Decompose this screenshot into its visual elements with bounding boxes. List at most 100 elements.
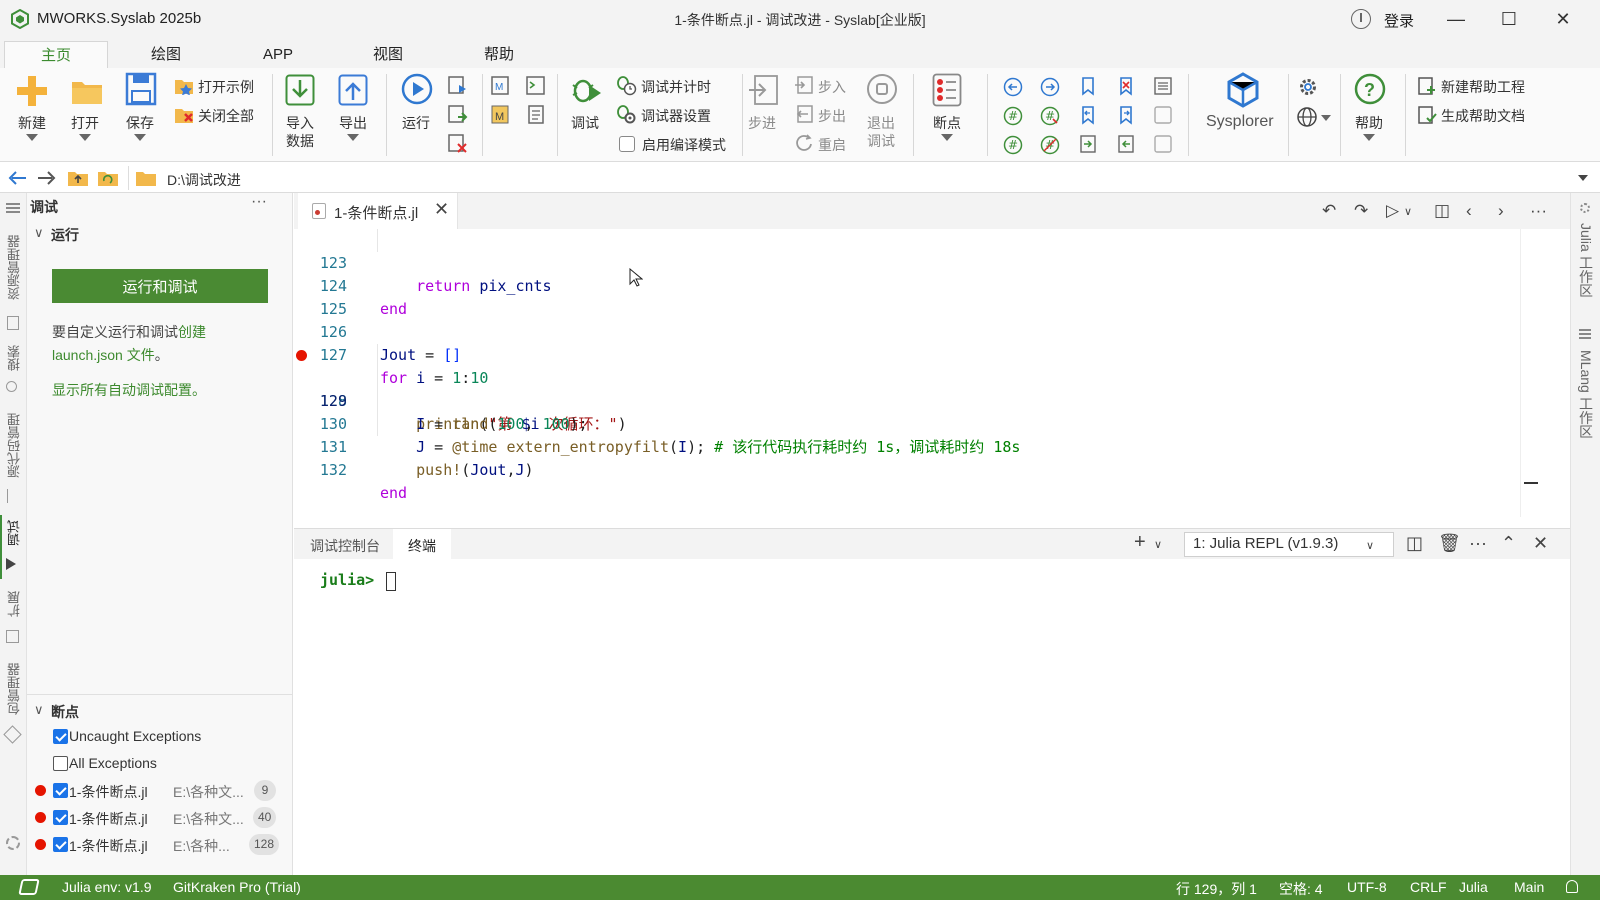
code-editor[interactable]: 123 return pix_cnts 124 end 125 126 Jout…: [294, 229, 1570, 525]
blank-box-icon[interactable]: [1153, 105, 1173, 125]
chevron-down-icon[interactable]: ∨: [34, 225, 44, 241]
indent-status[interactable]: 空格: 4: [1279, 879, 1323, 899]
compile-mode-checkbox[interactable]: [619, 136, 635, 152]
path-input[interactable]: D:\调试改进: [128, 166, 1583, 190]
create-link[interactable]: 创建: [178, 324, 206, 340]
open-example-icon[interactable]: [174, 77, 194, 95]
activity-extensions[interactable]: 扩展: [5, 591, 24, 617]
run-file-icon[interactable]: ▷: [1386, 201, 1399, 221]
show-configs-link[interactable]: 显示所有自动调试配置。: [52, 379, 206, 402]
next-bookmark-icon[interactable]: [1116, 105, 1136, 125]
restart-button[interactable]: 重启: [818, 135, 846, 155]
step-icon[interactable]: [747, 73, 781, 107]
run-section-icon[interactable]: [448, 76, 468, 96]
breakpoint-dropdown-icon[interactable]: [941, 134, 953, 141]
panel-more-icon[interactable]: ···: [1469, 533, 1487, 554]
m-file-icon[interactable]: M: [491, 76, 511, 96]
bookmark-icon[interactable]: [1078, 76, 1098, 96]
open-button[interactable]: 打开: [71, 113, 99, 133]
activity-explorer[interactable]: 资源管理器: [5, 235, 24, 300]
new-dropdown-icon[interactable]: [26, 134, 38, 141]
open-example-button[interactable]: 打开示例: [198, 77, 254, 97]
terminal-select[interactable]: 1: Julia REPL (v1.9.3): [1184, 532, 1394, 557]
section-run-header[interactable]: 运行: [51, 225, 79, 245]
run-and-debug-button[interactable]: 运行和调试: [52, 269, 268, 303]
launch-json-link[interactable]: launch.json 文件: [52, 347, 155, 363]
breakpoint-marker-icon[interactable]: [296, 350, 307, 361]
close-panel-icon[interactable]: ✕: [1533, 533, 1548, 554]
debug-timing-button[interactable]: 调试并计时: [641, 77, 711, 97]
export-button[interactable]: 导出: [339, 113, 367, 133]
debug-timing-icon[interactable]: [615, 74, 637, 96]
split-editor-icon[interactable]: ◫: [1434, 201, 1450, 221]
console-icon[interactable]: [526, 76, 546, 96]
git-branch-icon[interactable]: [7, 489, 19, 503]
breakpoint-row[interactable]: 1-条件断点.jl E:\各种文... 40: [27, 804, 293, 831]
export-dropdown-icon[interactable]: [347, 134, 359, 141]
mlang-workspace-icon[interactable]: [1579, 329, 1591, 331]
import-data-button-line2[interactable]: 数据: [286, 131, 314, 151]
nav-back-icon[interactable]: [6, 168, 28, 188]
extensions-icon[interactable]: [6, 630, 19, 643]
gen-help-doc-icon[interactable]: [1417, 105, 1437, 125]
breakpoint-row[interactable]: 1-条件断点.jl E:\各种文... 9: [27, 777, 293, 804]
search-activity-icon[interactable]: [6, 381, 17, 392]
run-to-cursor-icon[interactable]: [448, 105, 468, 125]
activity-search[interactable]: 搜索: [5, 345, 24, 371]
split-terminal-icon[interactable]: ◫: [1406, 533, 1423, 554]
chevron-down-icon[interactable]: ∨: [34, 702, 44, 718]
menu-icon[interactable]: [6, 203, 20, 205]
new-button[interactable]: 新建: [18, 113, 46, 133]
trash-icon[interactable]: 🗑: [1438, 533, 1461, 554]
settings-icon[interactable]: [6, 836, 20, 850]
language-status[interactable]: Julia: [1459, 879, 1488, 895]
new-file-icon[interactable]: [15, 74, 49, 108]
ribbon-tab-help[interactable]: 帮助: [463, 41, 535, 68]
save-dropdown-icon[interactable]: [134, 134, 146, 141]
path-dropdown-icon[interactable]: [1578, 175, 1588, 181]
tab-close-icon[interactable]: ✕: [434, 199, 449, 220]
forward-circle-icon[interactable]: [1040, 77, 1060, 97]
breakpoint-checkbox[interactable]: [53, 810, 68, 825]
globe-icon[interactable]: [1296, 106, 1318, 128]
maximize-button[interactable]: ☐: [1486, 4, 1532, 34]
julia-workspace-tab[interactable]: Julia 工作区: [1576, 223, 1596, 298]
save-button[interactable]: 保存: [126, 113, 154, 133]
encoding-status[interactable]: UTF-8: [1347, 879, 1387, 895]
run-button[interactable]: 运行: [402, 113, 430, 133]
ribbon-tab-view[interactable]: 视图: [352, 41, 424, 68]
exit-debug-button-line1[interactable]: 退出: [867, 113, 895, 133]
breakpoint-button[interactable]: 断点: [933, 113, 961, 133]
minimize-button[interactable]: —: [1433, 4, 1479, 34]
terminal-cursor[interactable]: [386, 572, 396, 591]
language-dropdown-icon[interactable]: [1321, 115, 1331, 121]
uncaught-exceptions-checkbox[interactable]: [53, 729, 68, 744]
activity-debug[interactable]: 调试: [5, 520, 24, 546]
document-icon[interactable]: [526, 105, 546, 125]
debug-icon[interactable]: [569, 73, 603, 107]
debug-activity-icon[interactable]: [6, 558, 16, 570]
help-button[interactable]: 帮助: [1355, 113, 1383, 133]
uncomment-icon[interactable]: #: [1040, 106, 1060, 126]
import-data-icon[interactable]: [285, 74, 315, 106]
all-exceptions-checkbox[interactable]: [53, 756, 68, 771]
julia-workspace-icon[interactable]: [1580, 203, 1590, 213]
editor-more-icon[interactable]: ···: [1530, 201, 1547, 221]
run-icon[interactable]: [401, 73, 433, 105]
exit-debug-icon[interactable]: [866, 73, 898, 105]
login-icon[interactable]: [1351, 9, 1371, 29]
exception-row[interactable]: All Exceptions: [27, 750, 293, 777]
step-button[interactable]: 步进: [748, 113, 776, 133]
ribbon-tab-app[interactable]: APP: [242, 41, 314, 68]
blank-box-icon[interactable]: [1153, 134, 1173, 154]
list-icon[interactable]: [1153, 76, 1173, 96]
gen-help-doc-button[interactable]: 生成帮助文档: [1441, 106, 1525, 126]
activity-source-control[interactable]: 源代码管理: [5, 413, 24, 478]
new-help-project-icon[interactable]: [1417, 76, 1437, 96]
export-icon[interactable]: [338, 74, 368, 106]
toggle-comment-icon[interactable]: #: [1003, 135, 1023, 155]
sysplorer-icon[interactable]: [1226, 72, 1260, 108]
help-dropdown-icon[interactable]: [1363, 134, 1375, 141]
folder-open-icon[interactable]: [70, 76, 104, 106]
open-dropdown-icon[interactable]: [79, 134, 91, 141]
